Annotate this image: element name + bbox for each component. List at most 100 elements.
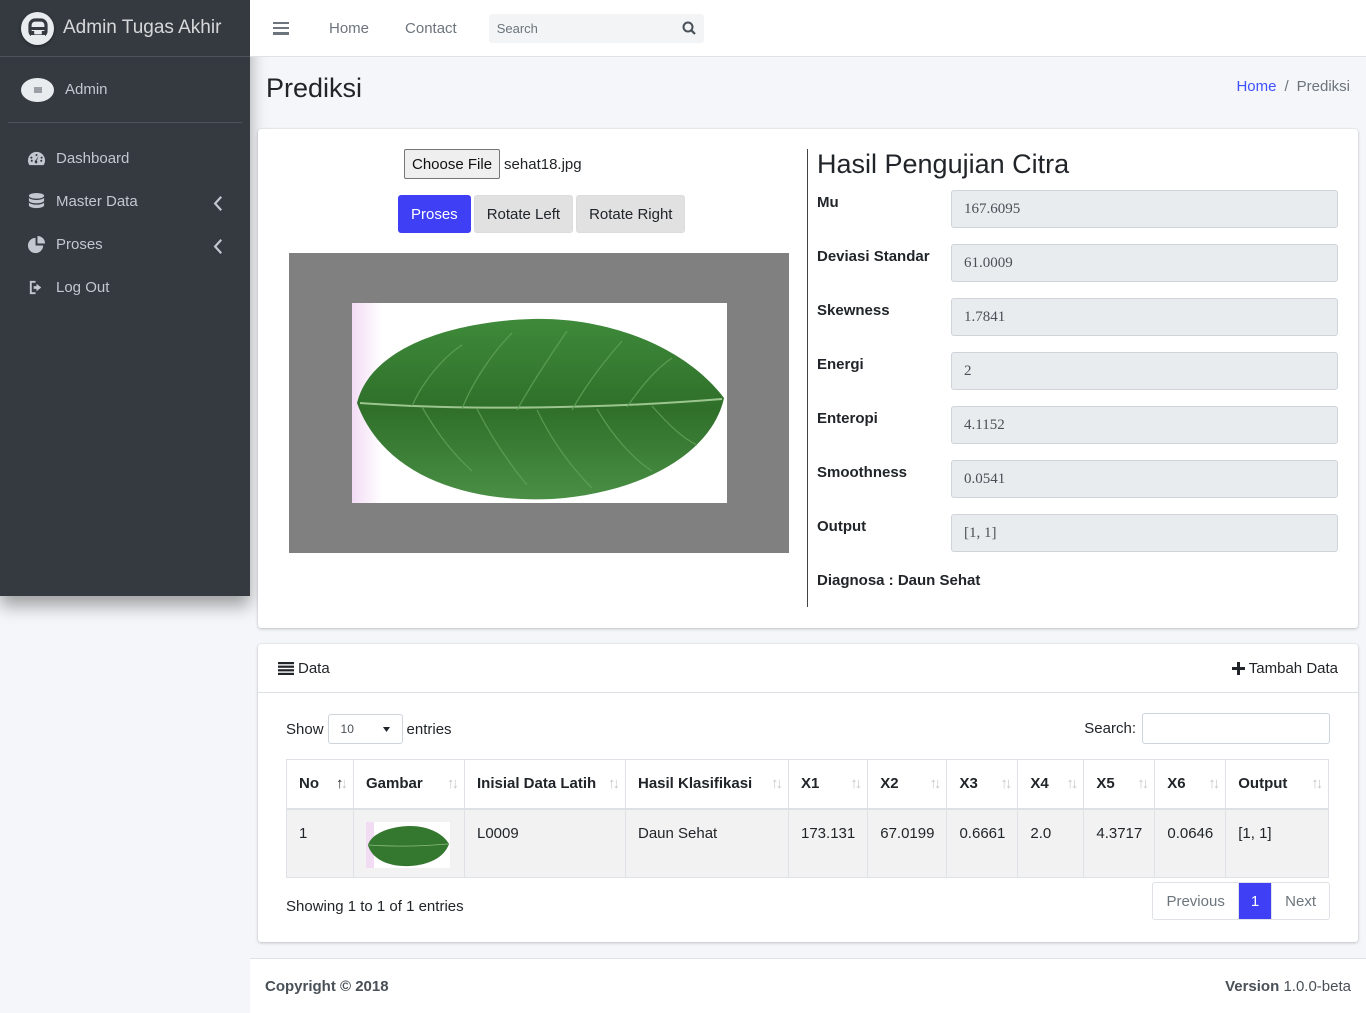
table-header-row: No ↑↓ Gambar ↑↓ Inisial Data Latih ↑↓ Hasil… bbox=[286, 759, 1330, 810]
sidebar-item-proses[interactable]: Proses bbox=[0, 223, 250, 266]
sidebar-nav: Dashboard Master Data Proses Log Out bbox=[0, 137, 250, 309]
action-buttons: Proses Rotate Left Rotate Right bbox=[398, 195, 686, 233]
field-deviasi-standar: Deviasi Standar bbox=[817, 244, 1338, 282]
column-header-hasil-klasifikasi[interactable]: Hasil Klasifikasi ↑↓ bbox=[625, 759, 789, 810]
database-icon bbox=[28, 192, 45, 209]
copyright-text: Copyright © 2018 bbox=[265, 977, 389, 995]
column-header-x4[interactable]: X4 ↑↓ bbox=[1017, 759, 1085, 810]
field-label: Deviasi Standar bbox=[817, 248, 930, 265]
column-header-x5[interactable]: X5 ↑↓ bbox=[1083, 759, 1156, 810]
result-title: Hasil Pengujian Citra bbox=[817, 149, 1070, 179]
sidebar-item-label: Master Data bbox=[56, 193, 138, 210]
table-search-input[interactable] bbox=[1142, 713, 1330, 744]
prediksi-card: Choose File sehat18.jpg Proses Rotate Le… bbox=[258, 129, 1358, 628]
sort-icon: ↑↓ bbox=[771, 775, 783, 792]
smoothness-field[interactable] bbox=[951, 460, 1338, 498]
field-label: Skewness bbox=[817, 302, 890, 319]
version-number: 1.0.0-beta bbox=[1283, 977, 1351, 995]
field-label: Smoothness bbox=[817, 464, 908, 481]
breadcrumb: Home / Prediksi bbox=[1236, 78, 1350, 95]
cell-x1: 173.131 bbox=[787, 808, 869, 878]
page-length-select[interactable]: 10 bbox=[327, 714, 403, 744]
sidebar-item-master-data[interactable]: Master Data bbox=[0, 180, 250, 223]
search-label: Search: bbox=[1084, 720, 1136, 737]
cell-hasil: Daun Sehat bbox=[625, 808, 789, 878]
sort-icon: ↑↓ bbox=[929, 775, 941, 792]
data-card-title: Data bbox=[298, 659, 330, 677]
cell-no: 1 bbox=[286, 808, 354, 878]
footer: Copyright © 2018 Version 1.0.0-beta bbox=[250, 958, 1366, 1013]
choose-file-button[interactable]: Choose File bbox=[404, 149, 501, 179]
sidebar-item-log-out[interactable]: Log Out bbox=[0, 266, 250, 309]
sort-icon: ↑↓ bbox=[1311, 775, 1323, 792]
sort-icon: ↑↓ bbox=[447, 775, 459, 792]
sort-icon: ↑↓ bbox=[850, 775, 862, 792]
next-page-button[interactable]: Next bbox=[1271, 883, 1329, 919]
cell-output: [1, 1] bbox=[1225, 808, 1330, 878]
caret-down-icon bbox=[382, 726, 390, 732]
show-label: Show bbox=[286, 720, 324, 738]
user-name[interactable]: Admin bbox=[65, 81, 108, 98]
pie-chart-icon bbox=[27, 235, 46, 254]
search-input[interactable] bbox=[496, 20, 667, 36]
sort-icon: ↑↓ bbox=[1137, 775, 1149, 792]
column-header-x1[interactable]: X1 ↑↓ bbox=[787, 759, 869, 810]
search-icon[interactable] bbox=[682, 21, 696, 35]
data-card-header: Data Tambah Data bbox=[258, 644, 1358, 693]
cell-x2: 67.0199 bbox=[867, 808, 948, 878]
leaf-thumbnail bbox=[366, 821, 450, 868]
field-mu: Mu bbox=[817, 190, 1338, 228]
deviasi-standar-field[interactable] bbox=[951, 244, 1338, 282]
field-label: Energi bbox=[817, 356, 864, 373]
sort-icon: ↑↓ bbox=[1000, 775, 1012, 792]
plus-icon bbox=[1231, 661, 1245, 675]
nav-link-contact[interactable]: Contact bbox=[405, 20, 457, 37]
cell-inisial: L0009 bbox=[464, 808, 626, 878]
brand-link[interactable]: Admin Tugas Akhir bbox=[0, 0, 250, 57]
version-label: Version bbox=[1225, 977, 1280, 995]
menu-toggle-icon[interactable] bbox=[273, 21, 289, 35]
breadcrumb-current: Prediksi bbox=[1296, 78, 1350, 95]
page-length-control: Show 10 entries bbox=[286, 714, 452, 744]
table-row: 1 L0009 Daun Sehat 173.131 67.0199 0.666… bbox=[286, 808, 1330, 878]
chevron-left-icon bbox=[213, 195, 223, 212]
column-header-inisial-data-latih[interactable]: Inisial Data Latih ↑↓ bbox=[464, 759, 626, 810]
page-1-button[interactable]: 1 bbox=[1238, 883, 1272, 919]
tambah-data-button[interactable]: Tambah Data bbox=[1231, 660, 1338, 677]
column-header-x6[interactable]: X6 ↑↓ bbox=[1154, 759, 1227, 810]
table-filter: Search: bbox=[1084, 713, 1330, 744]
column-header-x2[interactable]: X2 ↑↓ bbox=[867, 759, 948, 810]
energi-field[interactable] bbox=[951, 352, 1338, 390]
entries-label: entries bbox=[406, 720, 452, 738]
cell-gambar bbox=[353, 808, 465, 878]
field-smoothness: Smoothness bbox=[817, 460, 1338, 498]
sidebar-item-dashboard[interactable]: Dashboard bbox=[0, 137, 250, 180]
page-length-value: 10 bbox=[340, 722, 354, 736]
leaf-image bbox=[352, 293, 727, 503]
previous-page-button[interactable]: Previous bbox=[1153, 883, 1239, 919]
cell-x4: 2.0 bbox=[1017, 808, 1085, 878]
column-header-gambar[interactable]: Gambar ↑↓ bbox=[353, 759, 465, 810]
top-navbar: Home Contact bbox=[250, 0, 1366, 57]
column-header-no[interactable]: No ↑↓ bbox=[286, 759, 354, 810]
nav-link-home[interactable]: Home bbox=[329, 20, 369, 37]
rotate-right-button[interactable]: Rotate Right bbox=[576, 195, 686, 233]
output-field[interactable] bbox=[951, 514, 1338, 552]
enteropi-field[interactable] bbox=[951, 406, 1338, 444]
chevron-left-icon bbox=[213, 238, 223, 255]
sidebar-item-label: Dashboard bbox=[56, 150, 130, 167]
diagnosa-text: Diagnosa : Daun Sehat bbox=[817, 572, 981, 589]
breadcrumb-home[interactable]: Home bbox=[1236, 78, 1276, 95]
field-skewness: Skewness bbox=[817, 298, 1338, 336]
field-energi: Energi bbox=[817, 352, 1338, 390]
mu-field[interactable] bbox=[951, 190, 1338, 228]
skewness-field[interactable] bbox=[951, 298, 1338, 336]
dashboard-icon bbox=[27, 151, 46, 166]
proses-button[interactable]: Proses bbox=[398, 195, 471, 233]
user-panel[interactable]: Admin bbox=[8, 57, 242, 123]
image-preview bbox=[289, 253, 789, 553]
column-header-x3[interactable]: X3 ↑↓ bbox=[946, 759, 1019, 810]
field-label: Enteropi bbox=[817, 410, 878, 427]
column-header-output[interactable]: Output ↑↓ bbox=[1225, 759, 1330, 810]
rotate-left-button[interactable]: Rotate Left bbox=[473, 195, 574, 233]
